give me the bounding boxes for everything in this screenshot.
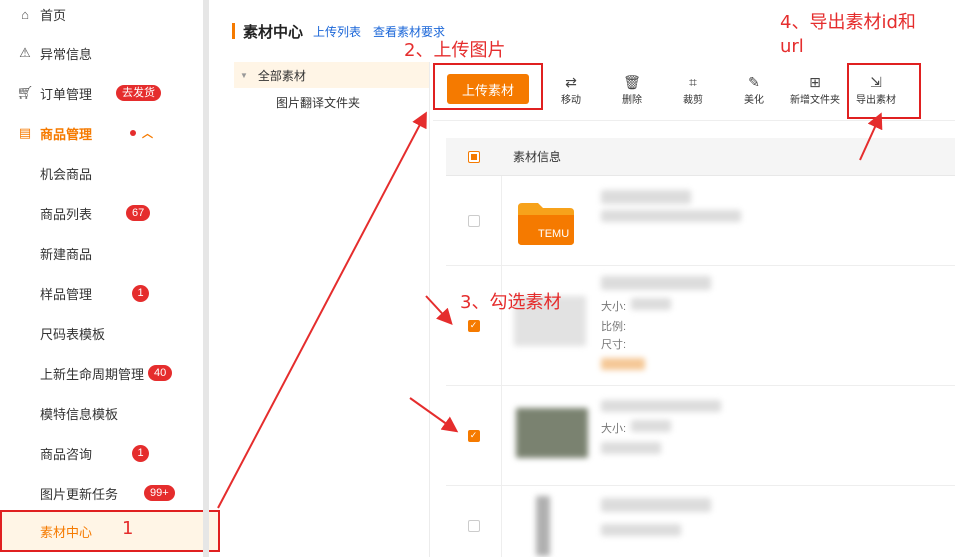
arrow-sidebar-to-upload [217, 111, 427, 509]
arrow-to-checkbox-2 [409, 397, 459, 433]
annotation-arrows [217, 111, 883, 509]
arrow-to-checkbox-1 [425, 295, 453, 325]
arrow-to-export [859, 112, 883, 161]
